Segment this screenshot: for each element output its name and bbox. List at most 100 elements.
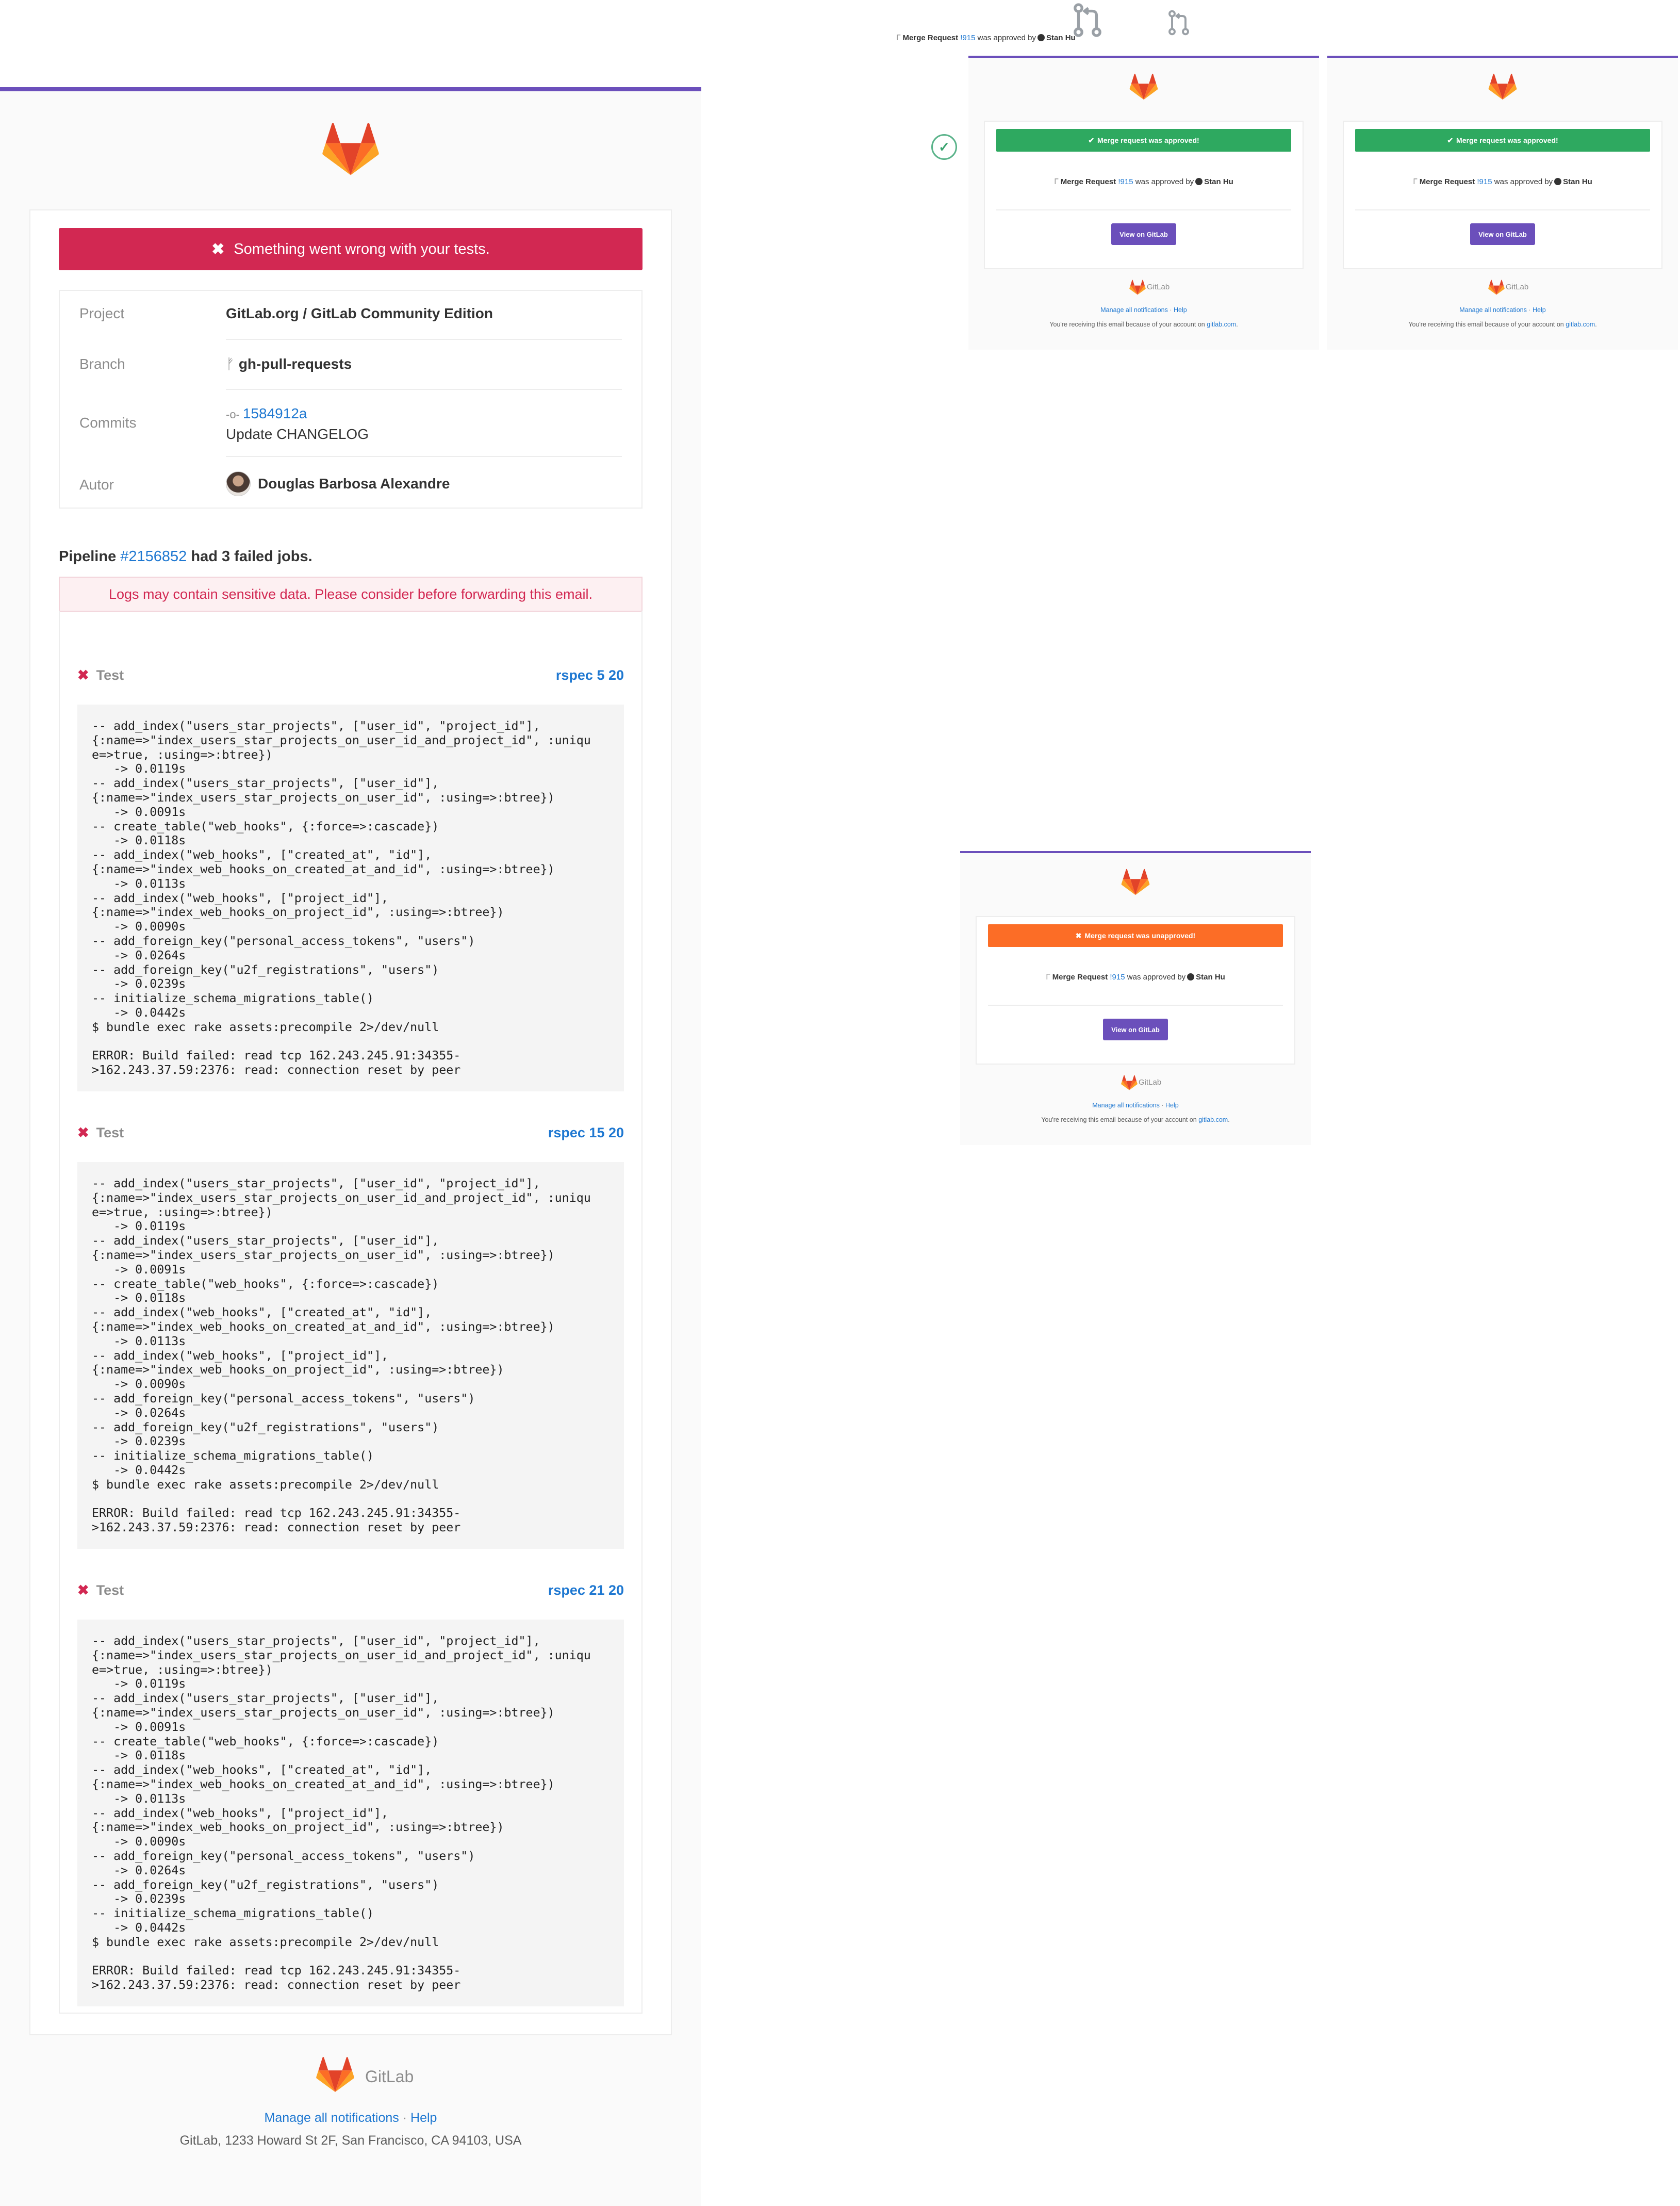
manage-notifications-link[interactable]: Manage all notifications	[265, 2111, 399, 2125]
user-link[interactable]: Stan Hu	[1046, 34, 1076, 42]
job-log: -- add_index("users_star_projects", ["us…	[77, 1620, 624, 2006]
gitlab-logo-icon	[1488, 280, 1505, 295]
project-label: Project	[79, 305, 125, 321]
avatar	[226, 471, 251, 496]
help-link[interactable]: Help	[1165, 1102, 1179, 1109]
merge-request-small-icon: ᒥ	[1413, 177, 1418, 186]
footer-links: Manage all notifications · Help	[968, 306, 1319, 314]
user-avatar	[1187, 973, 1195, 981]
manage-notifications-link[interactable]: Manage all notifications	[1100, 306, 1168, 314]
mr-middle: was approved by	[1494, 177, 1553, 186]
failure-alert-text: Something went wrong with your tests.	[234, 240, 490, 257]
job-stage: Test	[96, 1125, 124, 1140]
branch-value-wrap: ᚠ gh-pull-requests	[226, 356, 352, 372]
divider	[226, 339, 622, 340]
job-log: -- add_index("users_star_projects", ["us…	[77, 705, 624, 1091]
approved-banner: ✔ Merge request was approved!	[996, 129, 1291, 152]
manage-notifications-link[interactable]: Manage all notifications	[1092, 1102, 1160, 1109]
branch-link[interactable]: gh-pull-requests	[239, 356, 352, 372]
gitlab-logo-icon	[1488, 73, 1517, 100]
receiving-notice: You're receiving this email because of y…	[968, 321, 1319, 328]
job-stage: Test	[96, 1582, 124, 1598]
divider	[226, 389, 622, 390]
mr-link[interactable]: !915	[1118, 177, 1133, 186]
gitlab-com-link[interactable]: gitlab.com	[1198, 1116, 1228, 1123]
mr-middle: was approved by	[1127, 973, 1186, 982]
pipeline-prefix: Pipeline	[59, 548, 117, 565]
mr-middle: was approved by	[977, 34, 1036, 42]
author-label: Autor	[79, 477, 114, 493]
mr-prefix: Merge Request	[1060, 177, 1116, 186]
view-on-gitlab-button[interactable]: View on GitLab	[1111, 223, 1176, 245]
commit-sha-link[interactable]: 1584912a	[243, 405, 307, 421]
email-card: ✔ Merge request was approved! ᒥ Merge Req…	[1343, 121, 1662, 269]
email-card: ✖ Something went wrong with your tests. …	[29, 209, 672, 2035]
pipeline-info-table: Project GitLab.org / GitLab Community Ed…	[59, 290, 643, 509]
gitlab-logo-icon	[1129, 280, 1146, 295]
check-icon: ✔	[1088, 136, 1095, 144]
banner-text: Merge request was unapproved!	[1084, 932, 1196, 940]
help-link[interactable]: Help	[1533, 306, 1546, 314]
footer-links: Manage all notifications · Help	[0, 2111, 701, 2126]
pipeline-id-link[interactable]: #2156852	[120, 548, 187, 565]
user-link[interactable]: Stan Hu	[1563, 177, 1592, 186]
job-header: ✖ Test rspec 5 20	[77, 667, 624, 688]
gitlab-wordmark: GitLab	[1506, 283, 1529, 291]
view-on-gitlab-button[interactable]: View on GitLab	[1470, 223, 1535, 245]
commit-message: Update CHANGELOG	[226, 426, 369, 442]
footer-separator: ·	[1161, 1102, 1164, 1109]
merge-request-icon	[1168, 10, 1189, 36]
manage-notifications-link[interactable]: Manage all notifications	[1459, 306, 1527, 314]
gitlab-com-link[interactable]: gitlab.com	[1207, 321, 1236, 328]
user-link[interactable]: Stan Hu	[1204, 177, 1233, 186]
help-link[interactable]: Help	[1174, 306, 1187, 314]
gitlab-logo-icon	[322, 123, 379, 175]
sensitive-data-warning: Logs may contain sensitive data. Please …	[59, 577, 643, 612]
receiving-notice: You're receiving this email because of y…	[1327, 321, 1678, 328]
gitlab-logo-icon	[1121, 1075, 1138, 1090]
job-name-link[interactable]: rspec 5 20	[556, 667, 624, 683]
approval-line: ᒥ Merge Request !915 was approved by Stan…	[1344, 177, 1661, 186]
mr-link[interactable]: !915	[1110, 973, 1125, 982]
mr-middle: was approved by	[1135, 177, 1194, 186]
view-on-gitlab-button[interactable]: View on GitLab	[1103, 1019, 1168, 1040]
mr-prefix: Merge Request	[1052, 973, 1108, 982]
divider	[996, 209, 1291, 210]
divider	[988, 1005, 1283, 1006]
footer-separator: ·	[402, 2111, 407, 2125]
failed-pipeline-email: ✖ Something went wrong with your tests. …	[0, 87, 701, 2206]
receiving-suffix: .	[1236, 321, 1238, 328]
footer-address: GitLab, 1233 Howard St 2F, San Francisco…	[179, 2133, 522, 2148]
approved-banner: ✔ Merge request was approved!	[1355, 129, 1650, 152]
mr-link[interactable]: !915	[1477, 177, 1492, 186]
approval-notice-line: ᒥ Merge Request !915 was approved by Stan…	[896, 33, 1076, 42]
receiving-prefix: You're receiving this email because of y…	[1408, 321, 1564, 328]
branch-label: Branch	[79, 356, 125, 372]
approved-email-preview: ✔ Merge request was approved! ᒥ Merge Req…	[968, 56, 1319, 350]
footer-separator: ·	[1528, 306, 1531, 314]
user-link[interactable]: Stan Hu	[1196, 973, 1225, 982]
gitlab-logo-icon	[1129, 73, 1158, 100]
job-name-link[interactable]: rspec 21 20	[548, 1582, 624, 1598]
job-name-link[interactable]: rspec 15 20	[548, 1125, 624, 1141]
failed-x-icon: ✖	[77, 667, 89, 683]
approval-line: ᒥ Merge Request !915 was approved by Stan…	[985, 177, 1303, 186]
user-avatar	[1554, 178, 1562, 185]
user-avatar	[1037, 34, 1045, 41]
warning-text: Logs may contain sensitive data. Please …	[109, 586, 592, 602]
gitlab-com-link[interactable]: gitlab.com	[1566, 321, 1595, 328]
approved-email-preview: ✔ Merge request was approved! ᒥ Merge Req…	[1327, 56, 1678, 350]
divider	[226, 456, 622, 457]
mr-link[interactable]: !915	[960, 34, 975, 42]
unapproved-email-preview: ✖ Merge request was unapproved! ᒥ Merge R…	[960, 851, 1311, 1145]
help-link[interactable]: Help	[410, 2111, 437, 2125]
gitlab-wordmark: GitLab	[1147, 283, 1170, 291]
gitlab-wordmark: GitLab	[365, 2067, 414, 2086]
project-link[interactable]: GitLab.org / GitLab Community Edition	[226, 305, 493, 322]
close-x-icon: ✖	[1075, 931, 1082, 940]
merge-request-small-icon: ᒥ	[1046, 973, 1050, 982]
approval-line: ᒥ Merge Request !915 was approved by Stan…	[977, 972, 1294, 982]
commit-icon: -o-	[226, 408, 240, 421]
author-link[interactable]: Douglas Barbosa Alexandre	[258, 476, 450, 492]
failed-jobs-list: ✖ Test rspec 5 20 -- add_index("users_sta…	[59, 611, 643, 2014]
